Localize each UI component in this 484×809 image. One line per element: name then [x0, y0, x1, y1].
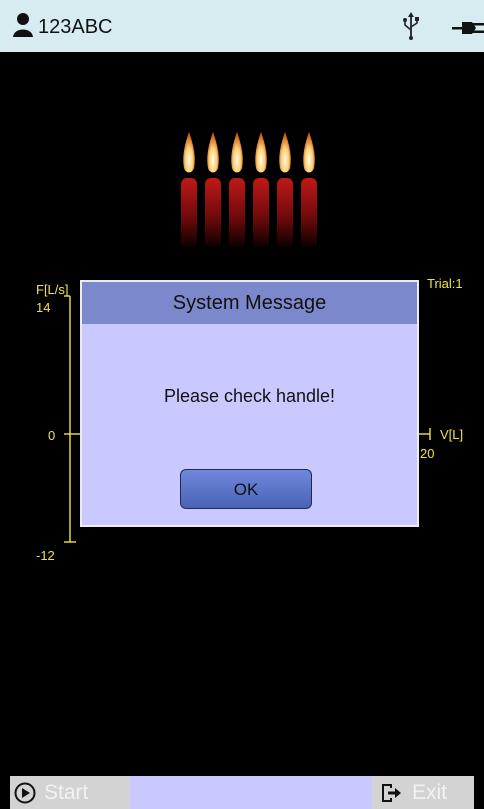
ok-button-label: OK: [233, 480, 259, 499]
y-tick-max: 14: [36, 300, 51, 315]
trial-label: Trial:1: [427, 276, 463, 291]
x-tick-max: 20: [420, 446, 435, 461]
exit-button[interactable]: Exit: [372, 776, 474, 809]
dialog-header: System Message: [82, 282, 417, 324]
ok-button[interactable]: OK: [180, 469, 312, 509]
dialog-title: System Message: [172, 292, 327, 314]
footer-status-area: [130, 776, 372, 809]
y-tick-zero: 0: [48, 428, 56, 443]
start-button-label: Start: [44, 781, 89, 804]
start-button[interactable]: Start: [10, 776, 130, 809]
exit-button-label: Exit: [412, 781, 448, 804]
dialog-message: Please check handle!: [163, 386, 336, 406]
play-circle-icon: [14, 782, 36, 804]
exit-icon: [382, 784, 401, 802]
system-message-dialog: System Message Please check handle! OK: [80, 280, 419, 527]
y-axis-label: F[L/s]: [36, 282, 69, 297]
x-axis-label: V[L]: [440, 427, 464, 442]
y-tick-min: -12: [36, 548, 55, 563]
